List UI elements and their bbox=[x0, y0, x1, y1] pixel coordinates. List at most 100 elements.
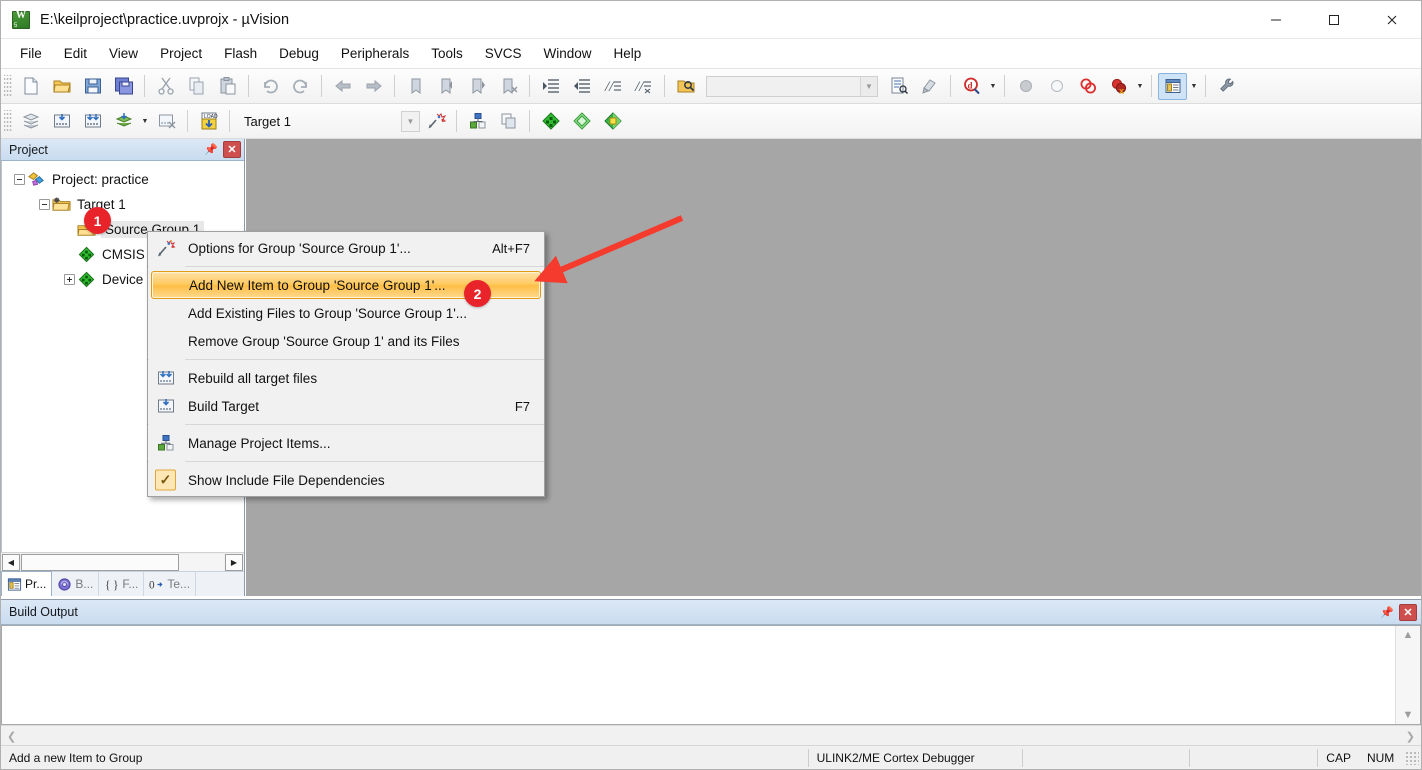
target-folder-icon bbox=[52, 195, 71, 214]
manage-project-items-icon[interactable] bbox=[463, 108, 492, 135]
menu-item-rebuild-all[interactable]: Rebuild all target files bbox=[148, 364, 544, 392]
build-output-hscrollbar[interactable]: ❮ ❯ bbox=[1, 725, 1421, 747]
find-dropdown-caret[interactable]: ▼ bbox=[987, 73, 999, 100]
bookmark-prev-icon[interactable] bbox=[432, 73, 461, 100]
open-file-icon[interactable] bbox=[47, 73, 76, 100]
kill-breakpoints-icon[interactable]: x bbox=[1104, 73, 1133, 100]
scroll-left-arrow[interactable]: ❮ bbox=[7, 730, 16, 743]
menu-peripherals[interactable]: Peripherals bbox=[330, 42, 420, 65]
goto-definition-icon[interactable] bbox=[915, 73, 944, 100]
build-output-text[interactable] bbox=[2, 626, 1395, 724]
resize-grip-icon[interactable] bbox=[1405, 750, 1419, 765]
scroll-left-arrow[interactable]: ◀ bbox=[2, 553, 20, 571]
build-target-icon[interactable] bbox=[47, 108, 76, 135]
pack-installer-icon[interactable] bbox=[598, 108, 627, 135]
chevron-down-icon[interactable]: ▼ bbox=[860, 76, 877, 96]
close-icon[interactable]: ✕ bbox=[223, 141, 241, 158]
build-output-vscrollbar[interactable]: ▲ ▼ bbox=[1395, 626, 1420, 724]
scroll-right-arrow[interactable]: ▶ bbox=[225, 553, 243, 571]
manage-run-time-icon[interactable] bbox=[494, 108, 523, 135]
menu-item-accelerator: F7 bbox=[514, 398, 530, 414]
tab-templates[interactable]: 0 Te... bbox=[144, 572, 197, 596]
configuration-wizard-icon[interactable] bbox=[1212, 73, 1241, 100]
menu-item-show-include-dependencies[interactable]: ✓ Show Include File Dependencies bbox=[148, 466, 544, 494]
scroll-up-arrow[interactable]: ▲ bbox=[1403, 629, 1414, 641]
toolbar-grip[interactable] bbox=[4, 110, 12, 132]
tab-functions[interactable]: { } F... bbox=[99, 572, 145, 596]
maximize-icon[interactable] bbox=[1305, 1, 1363, 39]
hscroll-thumb[interactable] bbox=[21, 553, 180, 571]
undo-icon[interactable] bbox=[255, 73, 284, 100]
paste-icon[interactable] bbox=[213, 73, 242, 100]
batch-build-icon[interactable] bbox=[109, 108, 138, 135]
batch-build-caret[interactable]: ▼ bbox=[139, 108, 151, 135]
close-icon[interactable] bbox=[1363, 1, 1421, 39]
menu-item-manage-project-items[interactable]: Manage Project Items... bbox=[148, 429, 544, 457]
manage-project-items-icon bbox=[156, 433, 176, 453]
breakpoint-disable-icon[interactable] bbox=[1042, 73, 1071, 100]
menu-window[interactable]: Window bbox=[532, 42, 602, 65]
tab-books[interactable]: B... bbox=[52, 572, 100, 596]
menu-edit[interactable]: Edit bbox=[53, 42, 98, 65]
uncomment-icon[interactable]: // bbox=[629, 73, 658, 100]
stop-build-icon[interactable] bbox=[152, 108, 181, 135]
bookmark-toggle-icon[interactable] bbox=[401, 73, 430, 100]
scroll-down-arrow[interactable]: ▼ bbox=[1403, 709, 1414, 721]
find-in-files-icon[interactable] bbox=[671, 73, 700, 100]
hscroll-track[interactable] bbox=[21, 553, 224, 571]
close-icon[interactable]: ✕ bbox=[1399, 603, 1417, 621]
menu-view[interactable]: View bbox=[98, 42, 149, 65]
pin-icon[interactable]: 📌 bbox=[203, 141, 219, 159]
window-layout-icon[interactable] bbox=[1158, 72, 1187, 100]
navigate-forward-icon[interactable] bbox=[359, 73, 388, 100]
bookmark-clear-icon[interactable] bbox=[494, 73, 523, 100]
new-file-icon[interactable] bbox=[16, 73, 45, 100]
menu-debug[interactable]: Debug bbox=[268, 42, 330, 65]
project-hscrollbar[interactable]: ◀ ▶ bbox=[1, 552, 244, 571]
menu-item-remove-group[interactable]: Remove Group 'Source Group 1' and its Fi… bbox=[148, 327, 544, 355]
target-dropdown-caret[interactable]: ▼ bbox=[401, 110, 420, 132]
minimize-icon[interactable] bbox=[1247, 1, 1305, 39]
bookmark-next-icon[interactable] bbox=[463, 73, 492, 100]
menu-file[interactable]: File bbox=[9, 42, 53, 65]
options-for-target-icon[interactable] bbox=[421, 108, 450, 135]
toolbar-grip[interactable] bbox=[4, 75, 12, 97]
target-selector[interactable]: Target 1 ▼ bbox=[242, 110, 420, 132]
pin-icon[interactable]: 📌 bbox=[1379, 603, 1395, 621]
expander-toggle[interactable] bbox=[12, 167, 27, 192]
layout-dropdown-caret[interactable]: ▼ bbox=[1188, 73, 1200, 100]
find-icon[interactable]: d bbox=[957, 73, 986, 100]
expander-toggle[interactable] bbox=[62, 267, 77, 292]
scroll-right-arrow[interactable]: ❯ bbox=[1406, 730, 1415, 743]
menu-tools[interactable]: Tools bbox=[420, 42, 474, 65]
breakpoint-icon[interactable] bbox=[1073, 73, 1102, 100]
copy-icon[interactable] bbox=[182, 73, 211, 100]
cmsis-component-icon[interactable] bbox=[536, 108, 565, 135]
step-circle-icon[interactable] bbox=[1011, 73, 1040, 100]
menu-flash[interactable]: Flash bbox=[213, 42, 268, 65]
save-icon[interactable] bbox=[78, 73, 107, 100]
browse-symbol-icon[interactable] bbox=[884, 73, 913, 100]
save-all-icon[interactable] bbox=[109, 73, 138, 100]
start-debug-icon[interactable] bbox=[567, 108, 596, 135]
menu-project[interactable]: Project bbox=[149, 42, 213, 65]
translate-file-icon[interactable] bbox=[16, 108, 45, 135]
menu-item-options-for-group[interactable]: Options for Group 'Source Group 1'... Al… bbox=[148, 234, 544, 262]
indent-icon[interactable] bbox=[536, 73, 565, 100]
tree-item-target[interactable]: Target 1 bbox=[12, 192, 244, 217]
expander-toggle[interactable] bbox=[37, 192, 52, 217]
cut-icon[interactable] bbox=[151, 73, 180, 100]
menu-help[interactable]: Help bbox=[603, 42, 653, 65]
outdent-icon[interactable] bbox=[567, 73, 596, 100]
rebuild-all-icon[interactable] bbox=[78, 108, 107, 135]
comment-icon[interactable]: // bbox=[598, 73, 627, 100]
menu-svcs[interactable]: SVCS bbox=[474, 42, 533, 65]
navigate-back-icon[interactable] bbox=[328, 73, 357, 100]
redo-icon[interactable] bbox=[286, 73, 315, 100]
search-combo[interactable]: ▼ bbox=[706, 75, 878, 97]
kill-dropdown-caret[interactable]: ▼ bbox=[1134, 73, 1146, 100]
download-icon[interactable]: LOAD bbox=[194, 108, 223, 135]
tree-item-project[interactable]: Project: practice bbox=[12, 167, 244, 192]
menu-item-build-target[interactable]: Build Target F7 bbox=[148, 392, 544, 420]
tab-project[interactable]: Pr... bbox=[1, 571, 53, 596]
